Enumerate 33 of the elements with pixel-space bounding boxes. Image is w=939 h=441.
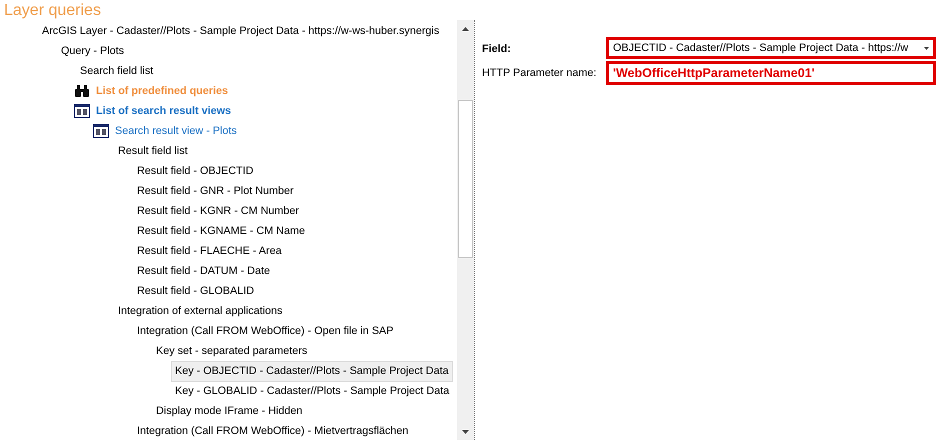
tree-item[interactable]: Result field list	[114, 140, 192, 162]
down-arrow-icon[interactable]	[462, 430, 469, 434]
tree-item[interactable]: Query - Plots	[57, 40, 128, 62]
table-icon	[93, 124, 109, 138]
table-icon	[74, 104, 90, 118]
tree-item[interactable]: Result field - OBJECTID	[133, 160, 258, 182]
tree-item[interactable]: Search result view - Plots	[111, 120, 241, 142]
field-label: Field:	[482, 42, 512, 57]
field-dropdown[interactable]: OBJECTID - Cadaster//Plots - Sample Project Data - https://w	[606, 37, 936, 59]
tree-item[interactable]: Search field list	[76, 60, 158, 82]
tree-item[interactable]: Key - GLOBALID - Cadaster//Plots - Sample Project Data	[171, 380, 454, 402]
input-field[interactable]: 'WebOfficeHttpParameterName01'	[606, 61, 936, 85]
binoculars-icon	[74, 84, 90, 98]
tree-item[interactable]: Result field - FLAECHE - Area	[133, 240, 286, 262]
tree-item[interactable]: Result field - DATUM - Date	[133, 260, 274, 282]
tree-item[interactable]: Result field - GNR - Plot Number	[133, 180, 298, 202]
tree-item[interactable]: Integration (Call FROM WebOffice) - Mietvertragsflächen	[133, 420, 412, 441]
field-label: HTTP Parameter name:	[482, 66, 598, 81]
tree-item[interactable]: Result field - KGNR - CM Number	[133, 200, 303, 222]
tree-item[interactable]: Key - OBJECTID - Cadaster//Plots - Sample Project Data	[171, 360, 453, 382]
tree-item[interactable]: Display mode IFrame - Hidden	[152, 400, 306, 422]
tree-item[interactable]: ArcGIS Layer - Cadaster//Plots - Sample Project Data - https://w-ws-huber.synergis	[38, 20, 444, 42]
tree-item[interactable]: Result field - KGNAME - CM Name	[133, 220, 309, 242]
tree-item[interactable]: Integration (Call FROM WebOffice) - Open file in SAP	[133, 320, 398, 342]
up-arrow-icon[interactable]	[462, 26, 469, 30]
scrollbar[interactable]	[457, 20, 475, 440]
tree-item[interactable]: List of search result views	[92, 100, 236, 122]
tree-item[interactable]: Integration of external applications	[114, 300, 286, 322]
tree-item[interactable]: Key set - separated parameters	[152, 340, 312, 362]
tree-item[interactable]: Result field - GLOBALID	[133, 280, 258, 302]
caret-icon	[924, 46, 929, 50]
scrollbar-thumb[interactable]	[458, 100, 473, 258]
page-title: Layer queries	[3, 1, 102, 20]
